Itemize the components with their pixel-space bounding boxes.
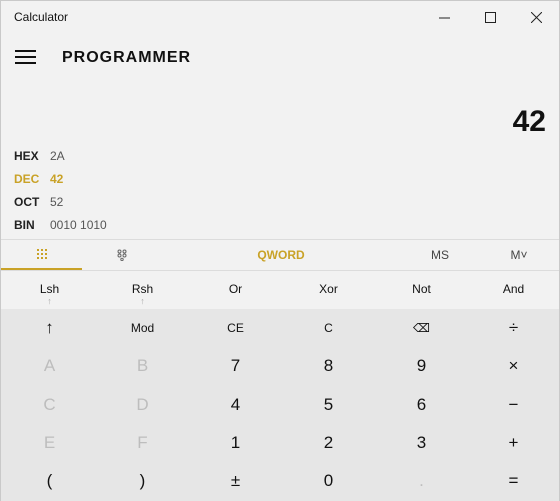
digit-0-button[interactable]: 0 bbox=[282, 462, 375, 500]
mod-button[interactable]: Mod bbox=[96, 309, 189, 347]
digit-7-button[interactable]: 7 bbox=[189, 347, 282, 385]
close-button[interactable] bbox=[513, 1, 559, 33]
equals-button[interactable]: = bbox=[467, 462, 560, 500]
and-label: And bbox=[502, 282, 525, 296]
radix-hex[interactable]: HEX 2A bbox=[14, 149, 214, 169]
open-paren-button[interactable]: ( bbox=[3, 462, 96, 500]
keypad-dots-icon bbox=[36, 249, 47, 259]
radix-bin[interactable]: BIN 0010 1010 bbox=[14, 218, 214, 238]
radix-hex-label: HEX bbox=[14, 149, 39, 163]
hex-b-button[interactable]: B bbox=[96, 347, 189, 385]
mode-title: PROGRAMMER bbox=[62, 49, 192, 66]
rsh-shift-indicator: ↑ bbox=[140, 296, 145, 306]
word-size-button[interactable]: QWORD bbox=[231, 240, 331, 270]
clear-button[interactable]: C bbox=[282, 309, 375, 347]
radix-dec[interactable]: DEC 42 bbox=[14, 172, 214, 192]
memory-list-button[interactable]: M˅ bbox=[496, 240, 542, 270]
menu-icon bbox=[15, 50, 36, 52]
negate-button[interactable]: ± bbox=[189, 462, 282, 500]
maximize-icon bbox=[484, 11, 496, 23]
digit-2-button[interactable]: 2 bbox=[282, 424, 375, 462]
tab-full-keypad[interactable] bbox=[1, 240, 82, 270]
radix-oct-value: 52 bbox=[50, 195, 64, 209]
minimize-icon bbox=[438, 17, 450, 18]
menu-icon-line bbox=[15, 62, 36, 64]
second-function-button[interactable]: ↑ bbox=[3, 309, 96, 347]
lsh-label: Lsh bbox=[39, 282, 60, 296]
title-bar: Calculator bbox=[1, 1, 559, 33]
multiply-button[interactable]: × bbox=[467, 347, 560, 385]
close-paren-button[interactable]: ) bbox=[96, 462, 189, 500]
digit-5-button[interactable]: 5 bbox=[282, 386, 375, 424]
digit-6-button[interactable]: 6 bbox=[375, 386, 468, 424]
lsh-button[interactable]: Lsh ↑ bbox=[3, 271, 96, 309]
xor-label: Xor bbox=[319, 282, 338, 296]
and-button[interactable]: And bbox=[467, 271, 560, 309]
radix-bin-value: 0010 1010 bbox=[50, 218, 107, 232]
radix-oct[interactable]: OCT 52 bbox=[14, 195, 214, 215]
or-label: Or bbox=[228, 282, 243, 296]
minimize-button[interactable] bbox=[421, 1, 467, 33]
keypad-mode-tabs: QWORD MS M˅ bbox=[1, 239, 559, 271]
bitwise-operations-row: Lsh ↑ Rsh ↑ Or Xor Not And bbox=[1, 271, 559, 309]
hex-e-button[interactable]: E bbox=[3, 424, 96, 462]
maximize-button[interactable] bbox=[467, 1, 513, 33]
hex-c-button[interactable]: C bbox=[3, 386, 96, 424]
decimal-button[interactable]: . bbox=[375, 462, 468, 500]
divide-button[interactable]: ÷ bbox=[467, 309, 560, 347]
rsh-label: Rsh bbox=[131, 282, 154, 296]
radix-bin-label: BIN bbox=[14, 218, 35, 232]
menu-icon-line bbox=[15, 56, 36, 58]
keypad: ↑ Mod CE C ⌫ ÷ A B 7 8 9 × C D 4 5 6 − E… bbox=[1, 309, 559, 501]
memory-store-button[interactable]: MS bbox=[416, 240, 464, 270]
digit-4-button[interactable]: 4 bbox=[189, 386, 282, 424]
hex-a-button[interactable]: A bbox=[3, 347, 96, 385]
or-button[interactable]: Or bbox=[189, 271, 282, 309]
radix-hex-value: 2A bbox=[50, 149, 65, 163]
not-button[interactable]: Not bbox=[375, 271, 468, 309]
add-button[interactable]: + bbox=[467, 424, 560, 462]
digit-1-button[interactable]: 1 bbox=[189, 424, 282, 462]
lsh-shift-indicator: ↑ bbox=[47, 296, 52, 306]
radix-oct-label: OCT bbox=[14, 195, 40, 209]
close-icon bbox=[530, 11, 542, 23]
rsh-button[interactable]: Rsh ↑ bbox=[96, 271, 189, 309]
hex-f-button[interactable]: F bbox=[96, 424, 189, 462]
radix-dec-label: DEC bbox=[14, 172, 40, 186]
not-label: Not bbox=[412, 282, 431, 296]
bit-toggle-icon bbox=[117, 249, 127, 261]
display-value: 42 bbox=[512, 105, 546, 138]
radix-dec-value: 42 bbox=[50, 172, 64, 186]
clear-entry-button[interactable]: CE bbox=[189, 309, 282, 347]
window-title: Calculator bbox=[14, 10, 69, 24]
backspace-button[interactable]: ⌫ bbox=[375, 309, 468, 347]
digit-9-button[interactable]: 9 bbox=[375, 347, 468, 385]
hamburger-menu-button[interactable] bbox=[15, 50, 37, 66]
tab-bit-toggling-keypad[interactable] bbox=[82, 240, 162, 270]
xor-button[interactable]: Xor bbox=[282, 271, 375, 309]
digit-3-button[interactable]: 3 bbox=[375, 424, 468, 462]
subtract-button[interactable]: − bbox=[467, 386, 560, 424]
digit-8-button[interactable]: 8 bbox=[282, 347, 375, 385]
hex-d-button[interactable]: D bbox=[96, 386, 189, 424]
calculator-window: Calculator PROGRAMMER 42 HEX 2A DEC 42 O… bbox=[0, 0, 560, 501]
